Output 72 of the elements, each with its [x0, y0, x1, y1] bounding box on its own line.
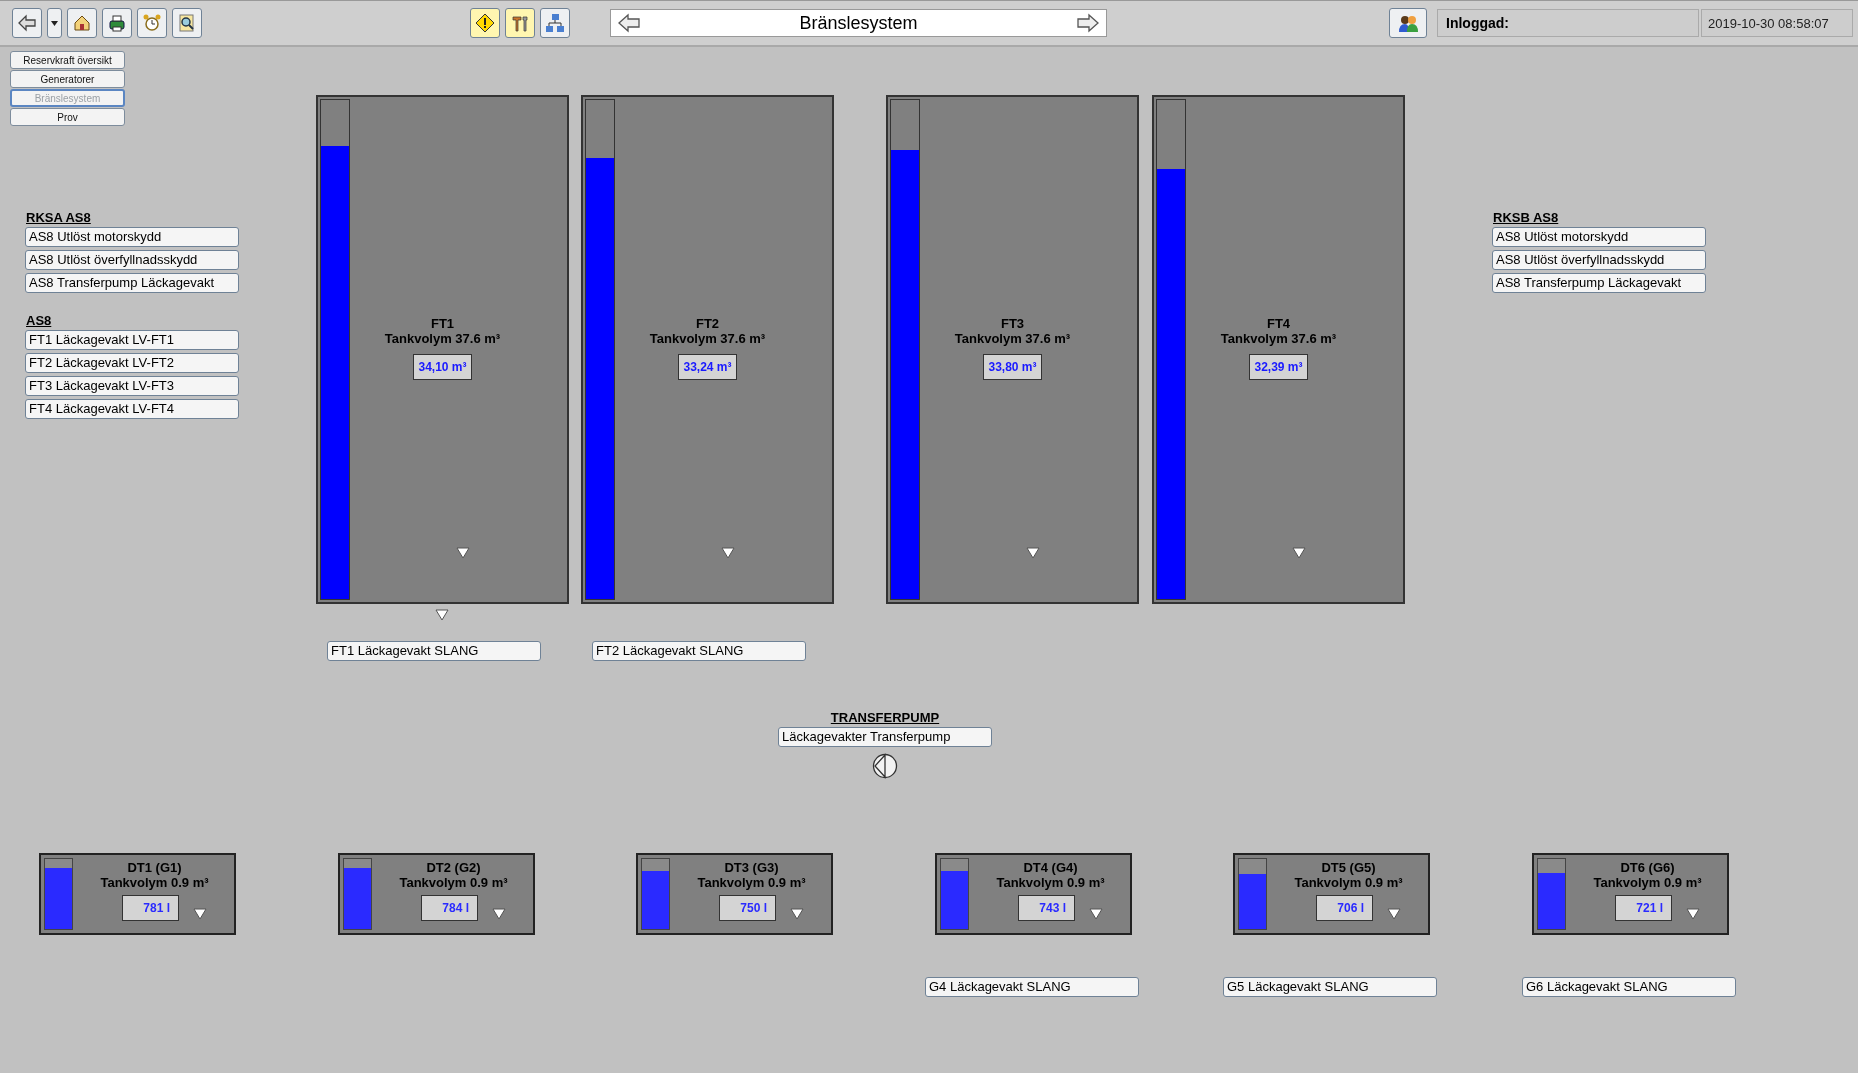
tank-capacity: Tankvolym 37.6 m³: [954, 331, 1071, 346]
volume-readout: 33,80 m³: [983, 354, 1042, 380]
caret-button[interactable]: [47, 8, 62, 38]
volume-readout: 784 l: [421, 895, 478, 921]
group-heading: TRANSFERPUMP: [830, 710, 940, 725]
alarm-indicator: FT1 Läckagevakt LV-FT1: [25, 330, 239, 350]
tank-name: FT3: [999, 316, 1026, 331]
date-time: 2019-10-30 08:58:07: [1701, 9, 1853, 37]
tank-name: DT2 (G2): [426, 860, 481, 875]
group-heading: RKSA AS8: [26, 210, 92, 225]
alarm-indicator: Läckagevakter Transferpump: [778, 727, 992, 747]
alarm-indicator: AS8 Utlöst motorskydd: [1492, 227, 1706, 247]
volume-readout: 721 l: [1615, 895, 1672, 921]
volume-readout: 750 l: [719, 895, 776, 921]
down-triangle-icon[interactable]: [193, 908, 207, 920]
alarm-indicator: AS8 Transferpump Läckagevakt: [25, 273, 239, 293]
alarm-indicator: AS8 Utlöst överfyllnadsskydd: [25, 250, 239, 270]
tank-capacity: Tankvolym 0.9 m³: [1294, 875, 1403, 890]
down-triangle-icon[interactable]: [456, 547, 470, 559]
alarm-indicator: FT2 Läckagevakt LV-FT2: [25, 353, 239, 373]
tank-capacity: Tankvolym 37.6 m³: [384, 331, 501, 346]
alarm-indicator: G4 Läckagevakt SLANG: [925, 977, 1139, 997]
tank-name: DT6 (G6): [1620, 860, 1675, 875]
alarm-indicator: AS8 Transferpump Läckagevakt: [1492, 273, 1706, 293]
volume-readout: 34,10 m³: [413, 354, 472, 380]
page-title: Bränslesystem: [799, 12, 918, 34]
down-triangle-icon[interactable]: [1089, 908, 1103, 920]
tank-name: FT4: [1265, 316, 1292, 331]
volume-readout: 32,39 m³: [1249, 354, 1308, 380]
alarm-indicator: FT3 Läckagevakt LV-FT3: [25, 376, 239, 396]
down-triangle-icon[interactable]: [492, 908, 506, 920]
tank-name: DT3 (G3): [724, 860, 779, 875]
users-button[interactable]: [1389, 8, 1427, 38]
alarm-indicator: AS8 Utlöst överfyllnadsskydd: [1492, 250, 1706, 270]
alarm-indicator: G6 Läckagevakt SLANG: [1522, 977, 1736, 997]
nav-button[interactable]: Prov: [10, 108, 125, 126]
volume-readout: 781 l: [122, 895, 179, 921]
volume-readout: 743 l: [1018, 895, 1075, 921]
group-heading: AS8: [26, 313, 53, 328]
alarm-indicator: FT2 Läckagevakt SLANG: [592, 641, 806, 661]
down-triangle-icon[interactable]: [1292, 547, 1306, 559]
down-triangle-icon[interactable]: [1387, 908, 1401, 920]
alarm-indicator: FT1 Läckagevakt SLANG: [327, 641, 541, 661]
previous-page-button[interactable]: [617, 13, 641, 33]
tank-name: DT5 (G5): [1321, 860, 1376, 875]
alarm-indicator: G5 Läckagevakt SLANG: [1223, 977, 1437, 997]
tank-capacity: Tankvolym 0.9 m³: [996, 875, 1105, 890]
tank-capacity: Tankvolym 37.6 m³: [1220, 331, 1337, 346]
alarm-indicator: FT4 Läckagevakt LV-FT4: [25, 399, 239, 419]
tank-capacity: Tankvolym 0.9 m³: [697, 875, 806, 890]
tank-capacity: Tankvolym 0.9 m³: [399, 875, 508, 890]
down-triangle-icon[interactable]: [435, 609, 449, 621]
tank-name: DT1 (G1): [127, 860, 182, 875]
tank-name: DT4 (G4): [1023, 860, 1078, 875]
group-heading: RKSB AS8: [1493, 210, 1560, 225]
down-triangle-icon[interactable]: [1686, 908, 1700, 920]
tank-name: FT1: [429, 316, 456, 331]
tank-name: FT2: [694, 316, 721, 331]
down-triangle-icon[interactable]: [1026, 547, 1040, 559]
nav-button[interactable]: Generatorer: [10, 70, 125, 88]
login-status: Inloggad:: [1437, 9, 1699, 37]
tank-capacity: Tankvolym 0.9 m³: [100, 875, 209, 890]
tank-capacity: Tankvolym 37.6 m³: [649, 331, 766, 346]
down-triangle-icon[interactable]: [721, 547, 735, 559]
down-triangle-icon[interactable]: [790, 908, 804, 920]
alarm-indicator: AS8 Utlöst motorskydd: [25, 227, 239, 247]
pump-icon[interactable]: [872, 753, 898, 779]
next-page-button[interactable]: [1076, 13, 1100, 33]
tank-capacity: Tankvolym 0.9 m³: [1593, 875, 1702, 890]
volume-readout: 706 l: [1316, 895, 1373, 921]
nav-button[interactable]: Reservkraft översikt: [10, 51, 125, 69]
volume-readout: 33,24 m³: [678, 354, 737, 380]
